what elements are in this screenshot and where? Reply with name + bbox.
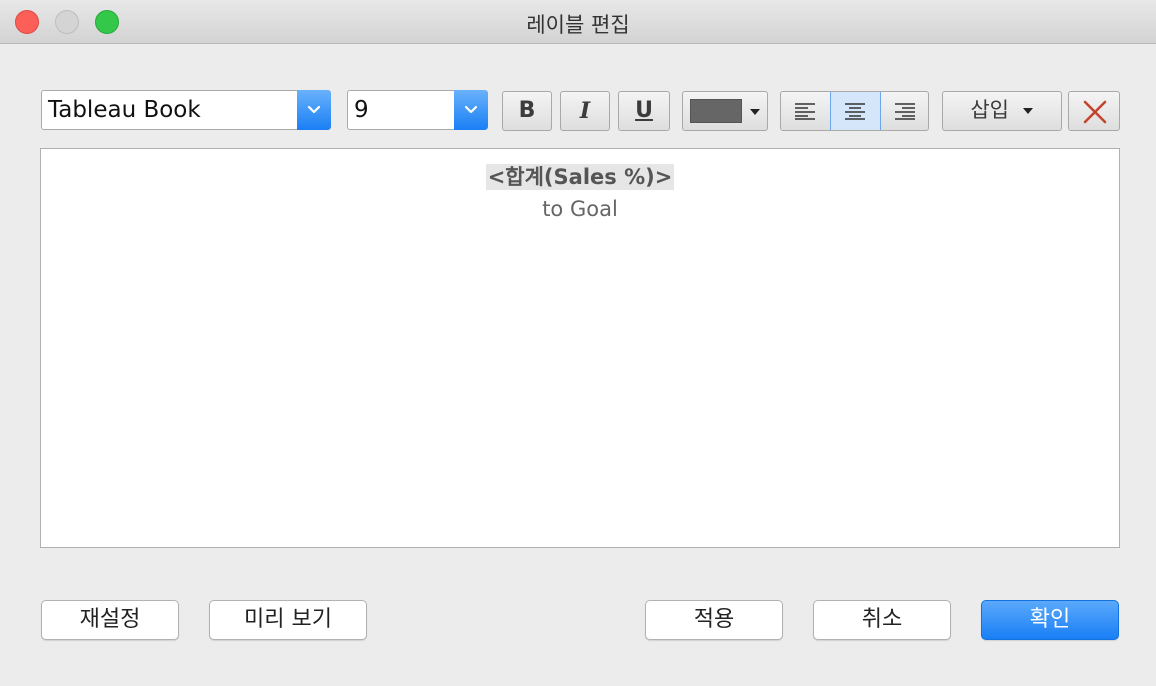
cancel-button[interactable]: 취소 xyxy=(813,600,951,640)
font-family-value: Tableau Book xyxy=(48,97,201,123)
chevron-down-icon xyxy=(464,105,478,114)
caret-down-icon xyxy=(1022,108,1033,114)
window-title: 레이블 편집 xyxy=(526,13,630,37)
underline-button[interactable]: U xyxy=(618,91,670,131)
close-icon xyxy=(1083,100,1107,124)
editor-line-text: to Goal xyxy=(542,197,618,221)
align-right-icon xyxy=(895,103,915,120)
italic-button[interactable]: I xyxy=(560,91,610,131)
color-swatch xyxy=(690,99,742,123)
font-family-select[interactable]: Tableau Book xyxy=(41,90,331,130)
insert-menu-button[interactable]: 삽입 xyxy=(942,91,1062,131)
bold-button[interactable]: B xyxy=(502,91,552,131)
alignment-group xyxy=(780,91,929,131)
align-left-icon xyxy=(795,103,815,120)
align-center-button[interactable] xyxy=(830,92,881,130)
ok-button[interactable]: 확인 xyxy=(981,600,1119,640)
reset-button[interactable]: 재설정 xyxy=(41,600,179,640)
apply-button[interactable]: 적용 xyxy=(645,600,783,640)
font-family-dropdown-button[interactable] xyxy=(297,90,331,130)
font-size-select[interactable]: 9 xyxy=(347,90,488,130)
text-color-picker[interactable] xyxy=(682,91,768,131)
font-size-dropdown-button[interactable] xyxy=(454,90,488,130)
align-right-button[interactable] xyxy=(881,92,928,130)
preview-button[interactable]: 미리 보기 xyxy=(209,600,367,640)
font-size-value: 9 xyxy=(354,97,369,123)
editor-line-field: <합계(Sales %)> xyxy=(41,161,1119,191)
align-center-icon xyxy=(845,103,865,120)
align-left-button[interactable] xyxy=(781,92,830,130)
chevron-down-icon xyxy=(307,105,321,114)
clear-formatting-button[interactable] xyxy=(1068,91,1120,131)
insert-label: 삽입 xyxy=(970,98,1009,122)
caret-down-icon xyxy=(750,109,760,115)
label-text-editor[interactable]: <합계(Sales %)> to Goal xyxy=(40,148,1120,548)
field-token: <합계(Sales %)> xyxy=(485,164,675,190)
title-bar: 레이블 편집 xyxy=(0,0,1156,44)
